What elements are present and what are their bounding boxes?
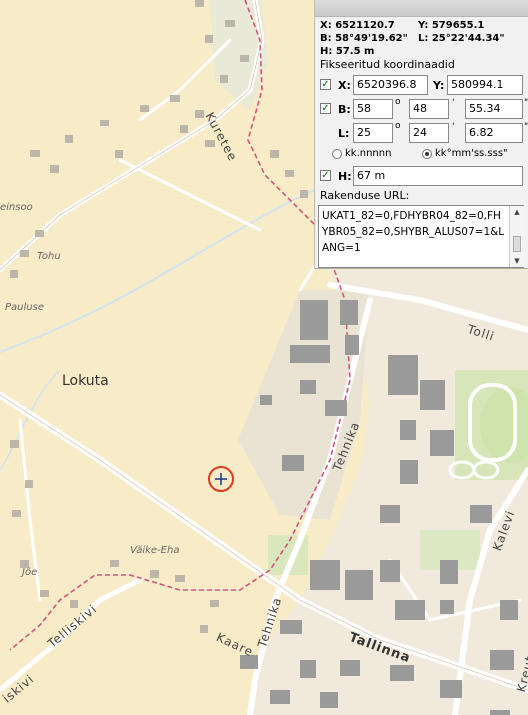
bl-checkbox[interactable]: ✓ xyxy=(320,103,331,114)
x-input[interactable]: 6520396.8 xyxy=(353,75,428,95)
readout-h: H: 57.5 m xyxy=(320,46,375,57)
l-sec-unit: " xyxy=(524,122,528,132)
place-label-vaike-eha: Väike-Eha xyxy=(130,545,180,556)
place-label-joe: Jõe xyxy=(22,567,38,578)
l-seconds-input[interactable]: 6.82 xyxy=(465,123,523,143)
scroll-up-icon[interactable]: ▲ xyxy=(510,206,524,218)
scroll-thumb[interactable] xyxy=(513,236,521,252)
b-degrees-input[interactable]: 58 xyxy=(353,99,393,119)
y-label: Y: xyxy=(433,79,445,92)
h-label: H: xyxy=(338,170,352,183)
readout-y: Y: 579655.1 xyxy=(418,20,485,31)
l-deg-unit: o xyxy=(395,121,401,131)
l-degrees-input[interactable]: 25 xyxy=(353,123,393,143)
b-min-unit: ' xyxy=(452,98,455,108)
place-label-einsoo: einsoo xyxy=(0,202,33,213)
b-minutes-input[interactable]: 48 xyxy=(409,99,449,119)
l-minutes-input[interactable]: 24 xyxy=(409,123,449,143)
radio-dms-label: kk°mm'ss.sss" xyxy=(435,148,508,159)
xy-checkbox[interactable]: ✓ xyxy=(320,79,331,90)
readout-l: L: 25°22'44.34" xyxy=(418,33,505,44)
place-label-tohu: Tohu xyxy=(37,251,61,262)
url-scrollbar[interactable]: ▲ ▼ xyxy=(509,206,524,267)
b-label: B: xyxy=(338,103,351,116)
place-label-pauluse: Pauluse xyxy=(5,302,44,313)
b-deg-unit: o xyxy=(395,97,401,107)
b-sec-unit: " xyxy=(524,98,528,108)
h-checkbox[interactable]: ✓ xyxy=(320,170,331,181)
place-label-lokuta: Lokuta xyxy=(62,373,109,389)
url-textarea[interactable]: UKAT1_82=0,FDHYBR04_82=0,FHYBR05_82=0,SH… xyxy=(318,205,524,268)
radio-decimal-degrees[interactable] xyxy=(332,149,342,159)
url-label: Rakenduse URL: xyxy=(320,189,410,202)
radio-decimal-label: kk.nnnnn xyxy=(345,148,392,159)
l-min-unit: ' xyxy=(452,122,455,132)
scroll-down-icon[interactable]: ▼ xyxy=(510,255,524,267)
panel-header-bar[interactable] xyxy=(315,0,528,17)
b-seconds-input[interactable]: 55.34 xyxy=(465,99,523,119)
fixed-coordinates-title: Fikseeritud koordinaadid xyxy=(320,58,455,71)
y-input[interactable]: 580994.1 xyxy=(447,75,523,95)
crosshair-icon[interactable] xyxy=(207,465,235,493)
x-label: X: xyxy=(338,79,351,92)
l-label: L: xyxy=(338,127,350,140)
h-input[interactable]: 67 m xyxy=(353,166,523,186)
readout-b: B: 58°49'19.62" xyxy=(320,33,408,44)
radio-dms-degrees[interactable] xyxy=(422,149,432,159)
readout-x: X: 6521120.7 xyxy=(320,20,395,31)
